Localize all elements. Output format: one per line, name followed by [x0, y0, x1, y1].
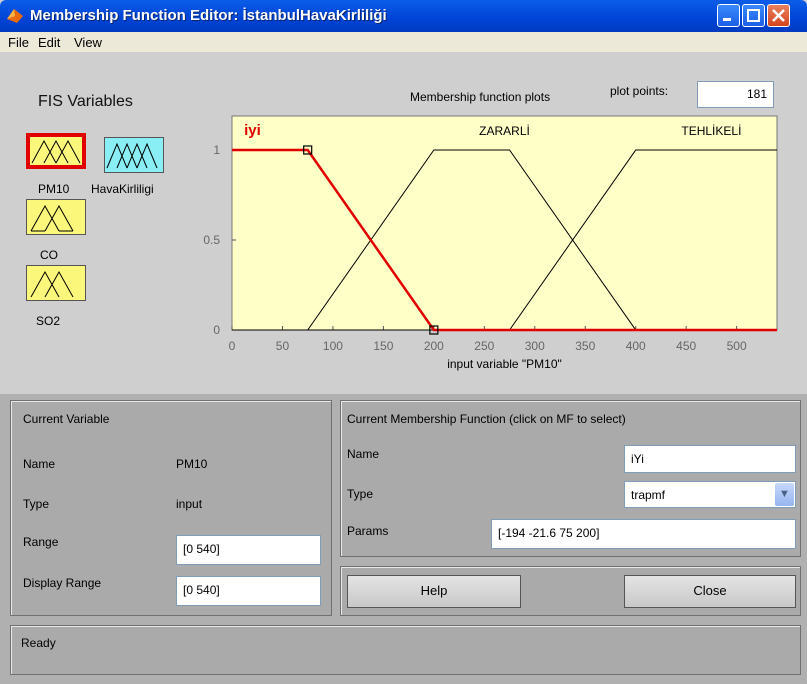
- name-label: Name: [23, 457, 56, 471]
- mf-label-tehlikeli[interactable]: TEHLİKELİ: [681, 124, 741, 138]
- help-button[interactable]: Help: [347, 575, 521, 608]
- membership-function-plot[interactable]: 0 50 100 150 200 250 300 350 400 450 500 0 0.5 1 input…: [0, 0, 807, 394]
- y-tick-label: 1: [213, 143, 220, 157]
- params-label: Params: [347, 524, 389, 538]
- range-input[interactable]: [0 540]: [176, 535, 321, 565]
- status-text: Ready: [21, 636, 56, 650]
- x-tick-label: 100: [323, 339, 343, 353]
- x-axis-label: input variable "PM10": [447, 357, 562, 371]
- x-tick-label: 400: [626, 339, 646, 353]
- mf-name-input[interactable]: iYi: [624, 445, 796, 473]
- mf-type-select[interactable]: trapmf ▼: [624, 481, 796, 508]
- display-range-label: Display Range: [23, 576, 102, 590]
- range-label: Range: [23, 535, 59, 549]
- mf-type-label: Type: [347, 487, 374, 501]
- params-input[interactable]: [-194 -21.6 75 200]: [491, 519, 796, 549]
- status-bar: Ready: [10, 625, 801, 675]
- current-variable-panel: Current Variable Name PM10 Type input Ra…: [10, 400, 332, 616]
- x-tick-label: 0: [229, 339, 236, 353]
- current-variable-heading: Current Variable: [23, 412, 110, 426]
- variable-name-value: PM10: [176, 457, 208, 471]
- mf-name-label: Name: [347, 447, 380, 461]
- x-tick-label: 150: [373, 339, 393, 353]
- chevron-down-icon[interactable]: ▼: [775, 483, 794, 506]
- y-tick-label: 0: [213, 323, 220, 337]
- x-tick-label: 250: [474, 339, 494, 353]
- current-mf-panel: Current Membership Function (click on MF…: [340, 400, 801, 557]
- close-button[interactable]: Close: [624, 575, 796, 608]
- x-tick-label: 300: [525, 339, 545, 353]
- display-range-input[interactable]: [0 540]: [176, 576, 321, 606]
- current-mf-heading: Current Membership Function (click on MF…: [347, 412, 626, 426]
- x-tick-label: 450: [676, 339, 696, 353]
- mf-label-zararli[interactable]: ZARARLİ: [479, 124, 530, 138]
- x-tick-label: 200: [424, 339, 444, 353]
- type-label: Type: [23, 497, 50, 511]
- variable-type-value: input: [176, 497, 203, 511]
- y-tick-label: 0.5: [203, 233, 220, 247]
- mf-type-value: trapmf: [631, 488, 666, 502]
- x-tick-label: 350: [575, 339, 595, 353]
- x-tick-label: 500: [727, 339, 747, 353]
- button-panel: Help Close: [340, 566, 801, 616]
- x-tick-label: 50: [276, 339, 290, 353]
- mf-label-iyi[interactable]: iyi: [244, 122, 261, 139]
- plot-background: [231, 115, 778, 331]
